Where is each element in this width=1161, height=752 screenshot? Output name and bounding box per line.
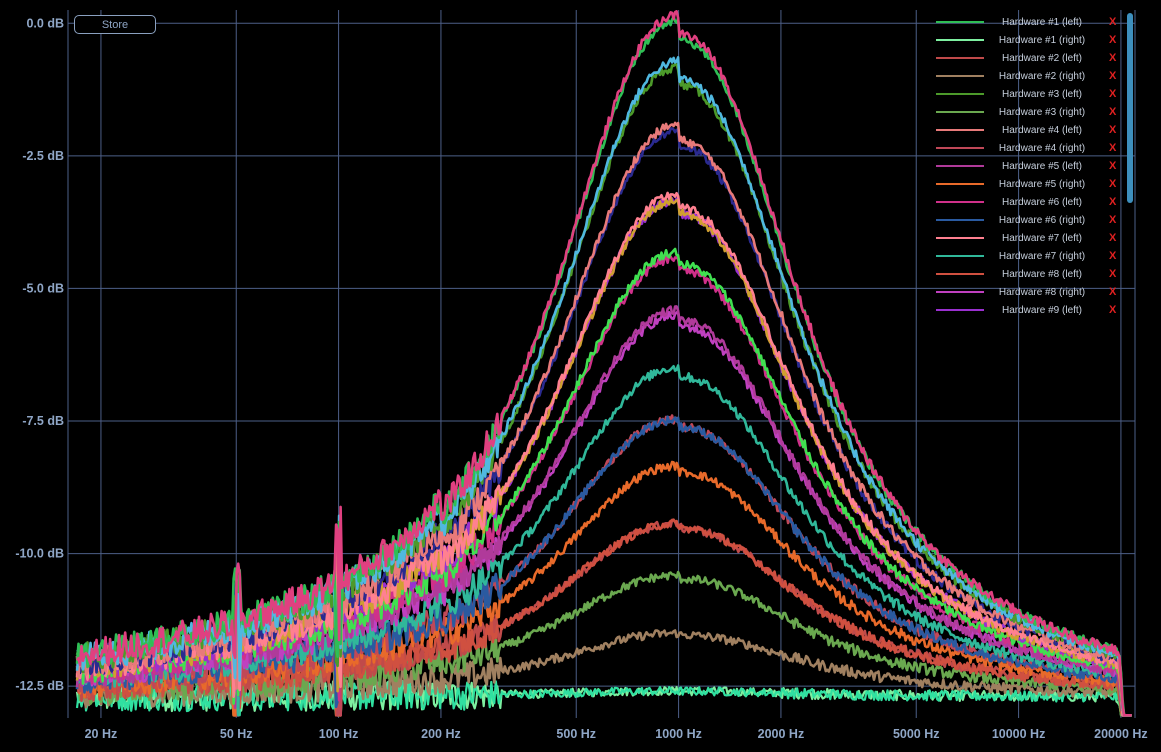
y-tick-label: -5.0 dB: [22, 281, 64, 295]
legend-swatch: [936, 39, 984, 41]
remove-series-button[interactable]: X: [1109, 214, 1116, 226]
legend-label: Hardware #2 (left): [1001, 52, 1083, 64]
legend-item: Hardware #3 (left) X: [930, 85, 1125, 103]
x-axis-ticks: 20 Hz 50 Hz 100 Hz 200 Hz 500 Hz 1000 Hz 2000 …: [85, 727, 1148, 741]
remove-series-button[interactable]: X: [1109, 286, 1116, 298]
legend-item: Hardware #1 (right) X: [930, 31, 1125, 49]
x-tick-label: 10000 Hz: [992, 727, 1046, 741]
legend-swatch: [936, 57, 984, 59]
legend-swatch: [936, 183, 984, 185]
store-button[interactable]: Store: [74, 15, 156, 34]
x-tick-label: 100 Hz: [319, 727, 359, 741]
legend-item: Hardware #6 (right) X: [930, 211, 1125, 229]
legend-swatch: [936, 255, 984, 257]
remove-series-button[interactable]: X: [1109, 232, 1116, 244]
y-tick-label: -2.5 dB: [22, 149, 64, 163]
legend-swatch: [936, 111, 984, 113]
legend-swatch: [936, 273, 984, 275]
legend-swatch: [936, 21, 984, 23]
legend-swatch: [936, 309, 984, 311]
legend: Hardware #1 (left) X Hardware #1 (right) X H…: [930, 13, 1125, 315]
remove-series-button[interactable]: X: [1109, 250, 1116, 262]
legend-label: Hardware #6 (left): [1001, 196, 1083, 208]
y-tick-label: -7.5 dB: [22, 414, 64, 428]
legend-item: Hardware #2 (right) X: [930, 67, 1125, 85]
legend-item: Hardware #1 (left) X: [930, 13, 1125, 31]
remove-series-button[interactable]: X: [1109, 268, 1116, 280]
legend-item: Hardware #5 (left) X: [930, 157, 1125, 175]
legend-item: Hardware #7 (left) X: [930, 229, 1125, 247]
x-tick-label: 1000 Hz: [655, 727, 702, 741]
legend-label: Hardware #7 (left): [1001, 232, 1083, 244]
remove-series-button[interactable]: X: [1109, 52, 1116, 64]
legend-swatch: [936, 219, 984, 221]
legend-label: Hardware #2 (right): [998, 70, 1086, 82]
x-tick-label: 500 Hz: [556, 727, 596, 741]
legend-item: Hardware #6 (left) X: [930, 193, 1125, 211]
x-tick-label: 5000 Hz: [893, 727, 940, 741]
legend-item: Hardware #9 (left) X: [930, 301, 1125, 315]
legend-label: Hardware #3 (left): [1001, 88, 1083, 100]
remove-series-button[interactable]: X: [1109, 106, 1116, 118]
legend-label: Hardware #4 (right): [998, 142, 1086, 154]
legend-label: Hardware #6 (right): [998, 214, 1086, 226]
legend-swatch: [936, 93, 984, 95]
legend-label: Hardware #8 (left): [1001, 268, 1083, 280]
remove-series-button[interactable]: X: [1109, 34, 1116, 46]
remove-series-button[interactable]: X: [1109, 70, 1116, 82]
legend-label: Hardware #3 (right): [998, 106, 1086, 118]
remove-series-button[interactable]: X: [1109, 304, 1116, 315]
remove-series-button[interactable]: X: [1109, 88, 1116, 100]
legend-item: Hardware #8 (right) X: [930, 283, 1125, 301]
legend-label: Hardware #9 (left): [1001, 304, 1083, 316]
remove-series-button[interactable]: X: [1109, 124, 1116, 136]
legend-item: Hardware #8 (left) X: [930, 265, 1125, 283]
remove-series-button[interactable]: X: [1109, 178, 1116, 190]
y-tick-label: 0.0 dB: [26, 16, 64, 30]
legend-swatch: [936, 129, 984, 131]
legend-item: Hardware #2 (left) X: [930, 49, 1125, 67]
legend-label: Hardware #5 (right): [998, 178, 1086, 190]
x-tick-label: 20 Hz: [85, 727, 118, 741]
legend-swatch: [936, 147, 984, 149]
legend-swatch: [936, 237, 984, 239]
legend-label: Hardware #1 (left): [1001, 16, 1083, 28]
x-tick-label: 20000 Hz: [1094, 727, 1148, 741]
legend-label: Hardware #5 (left): [1001, 160, 1083, 172]
legend-swatch: [936, 201, 984, 203]
legend-swatch: [936, 291, 984, 293]
legend-item: Hardware #7 (right) X: [930, 247, 1125, 265]
legend-label: Hardware #7 (right): [998, 250, 1086, 262]
legend-label: Hardware #4 (left): [1001, 124, 1083, 136]
legend-label: Hardware #8 (right): [998, 286, 1086, 298]
legend-scrollbar[interactable]: [1127, 13, 1133, 203]
x-tick-label: 50 Hz: [220, 727, 253, 741]
legend-item: Hardware #5 (right) X: [930, 175, 1125, 193]
legend-swatch: [936, 165, 984, 167]
remove-series-button[interactable]: X: [1109, 160, 1116, 172]
legend-item: Hardware #4 (right) X: [930, 139, 1125, 157]
legend-swatch: [936, 75, 984, 77]
remove-series-button[interactable]: X: [1109, 196, 1116, 208]
legend-item: Hardware #4 (left) X: [930, 121, 1125, 139]
y-tick-label: -10.0 dB: [15, 547, 64, 561]
y-tick-label: -12.5 dB: [15, 679, 64, 693]
x-tick-label: 2000 Hz: [758, 727, 805, 741]
legend-item: Hardware #3 (right) X: [930, 103, 1125, 121]
legend-label: Hardware #1 (right): [998, 34, 1086, 46]
y-axis-ticks: 0.0 dB -2.5 dB -5.0 dB -7.5 dB -10.0 dB -12.5…: [15, 16, 64, 693]
x-tick-label: 200 Hz: [421, 727, 461, 741]
remove-series-button[interactable]: X: [1109, 16, 1116, 28]
remove-series-button[interactable]: X: [1109, 142, 1116, 154]
